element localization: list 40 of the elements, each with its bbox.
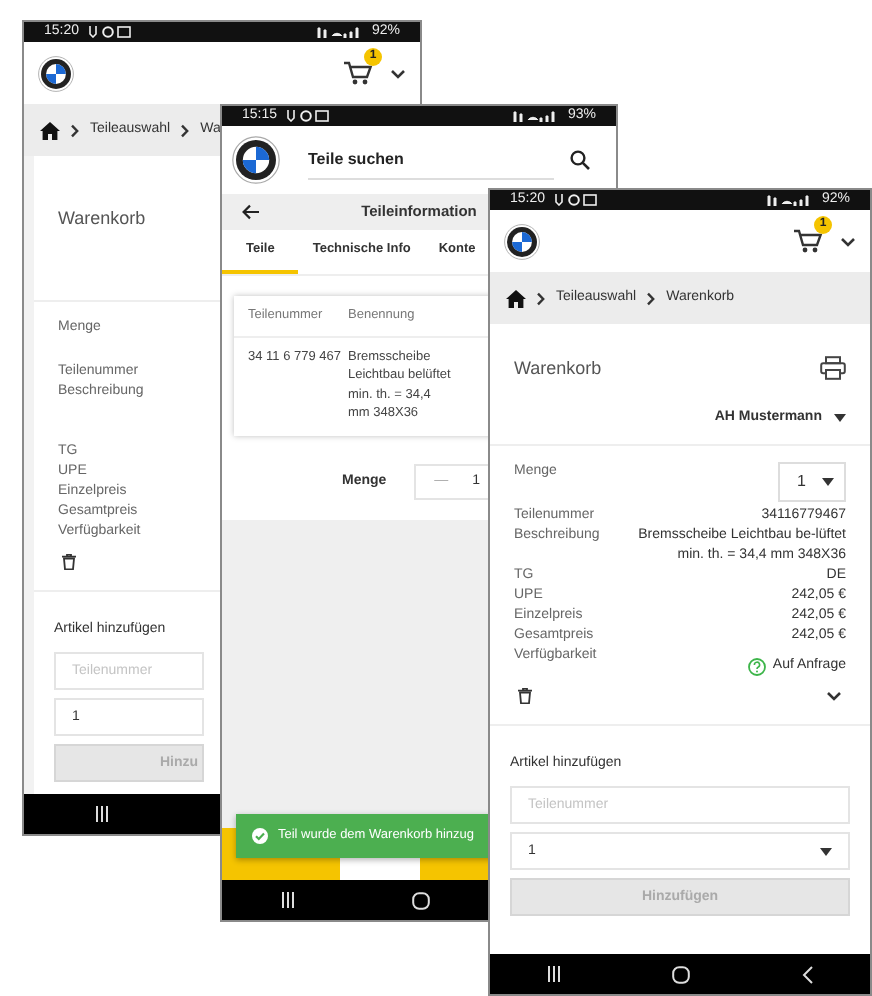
recent-apps-icon[interactable] (545, 966, 562, 982)
logo-icon[interactable] (504, 223, 540, 259)
notification-icons (553, 194, 598, 206)
chevron-down-icon[interactable] (390, 67, 406, 79)
chevron-down-icon[interactable] (826, 690, 842, 702)
home-button-icon[interactable] (412, 891, 430, 909)
chevron-right-icon (536, 291, 546, 305)
back-button-icon[interactable] (802, 965, 815, 983)
cart-icon[interactable] (342, 60, 374, 86)
caret-icon[interactable] (820, 847, 832, 855)
logo-icon[interactable] (38, 55, 74, 91)
signal-icons (765, 194, 814, 206)
chevron-right-icon (646, 291, 657, 305)
caret-icon[interactable] (822, 478, 834, 486)
recent-apps-icon[interactable] (94, 806, 110, 822)
back-arrow-icon[interactable] (242, 204, 260, 220)
check-circle-icon (252, 828, 268, 844)
signal-icons (511, 110, 560, 122)
recent-apps-icon[interactable] (280, 892, 296, 908)
caret-icon[interactable] (834, 414, 846, 422)
page-title: Warenkorb (514, 358, 602, 378)
chevron-down-icon[interactable] (840, 235, 856, 247)
chevron-right-icon (180, 123, 191, 137)
signal-icons (315, 26, 364, 38)
chevron-right-icon (70, 123, 80, 137)
printer-icon[interactable] (820, 356, 846, 380)
search-icon[interactable] (570, 150, 590, 170)
question-icon (748, 657, 767, 675)
notification-icons (285, 110, 330, 122)
home-icon[interactable] (506, 289, 526, 307)
logo-icon[interactable] (232, 136, 280, 184)
trash-icon[interactable] (518, 688, 532, 704)
cart-icon[interactable] (792, 228, 824, 254)
trash-icon[interactable] (62, 554, 76, 570)
notification-icons (87, 26, 132, 38)
search-field[interactable]: Teile suchen (308, 141, 554, 179)
quantity-select[interactable]: 1 (777, 462, 846, 502)
home-button-icon[interactable] (672, 965, 691, 983)
page-title: Warenkorb (58, 208, 146, 228)
home-icon[interactable] (40, 121, 60, 139)
